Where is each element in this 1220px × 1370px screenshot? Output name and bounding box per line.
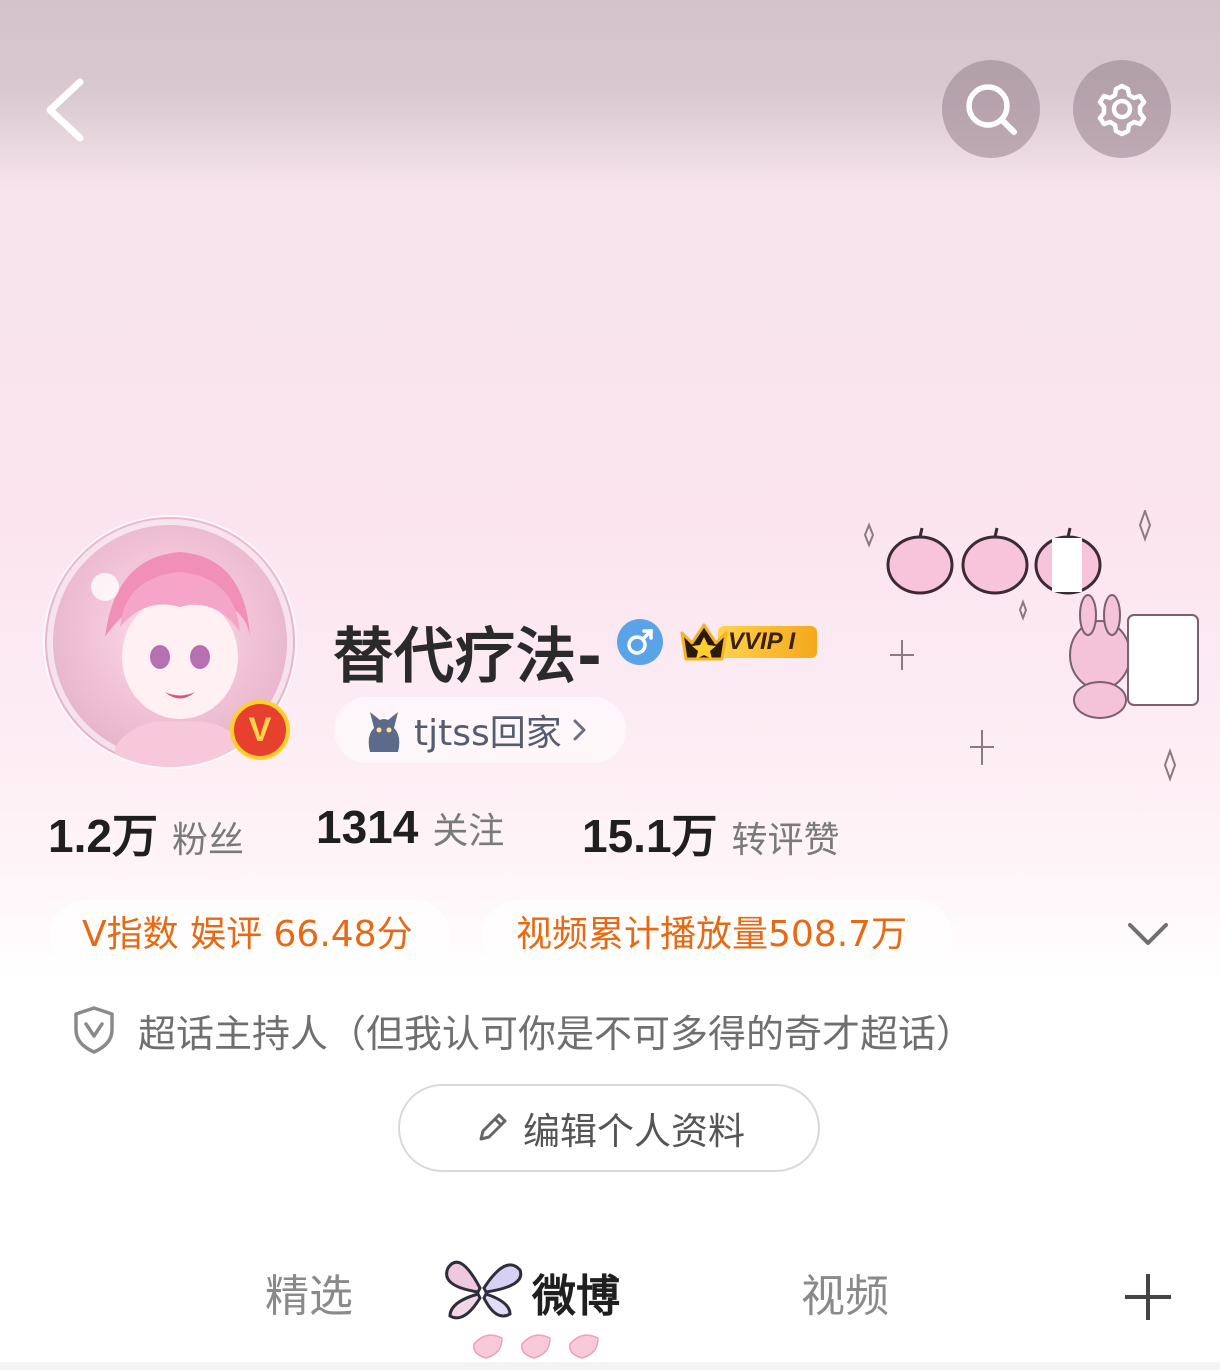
username: 替代疗法-: [333, 622, 603, 692]
engagement-count: 15.1万: [582, 810, 718, 862]
plus-icon: [1125, 1274, 1171, 1320]
stat-engagement[interactable]: 15.1万 转评赞: [582, 800, 840, 866]
expand-button[interactable]: [1118, 910, 1178, 960]
cat-icon: [368, 712, 400, 752]
following-count: 1314: [316, 801, 419, 853]
butterfly-icon: [445, 1260, 523, 1320]
super-topic-tag[interactable]: tjtss回家: [334, 697, 626, 763]
verified-badge-icon: V: [230, 700, 290, 760]
edit-profile-button[interactable]: 编辑个人资料: [398, 1084, 820, 1172]
gear-icon: [1097, 83, 1147, 137]
active-tab-indicator: [473, 1334, 599, 1359]
vip-badge[interactable]: VVIP I: [678, 617, 838, 665]
super-topic-host-row[interactable]: 超话主持人（但我认可你是不可多得的奇才超话）: [70, 1000, 974, 1060]
engagement-label: 转评赞: [731, 820, 840, 861]
chevron-down-icon: [1128, 923, 1168, 945]
video-plays-pill[interactable]: 视频累计播放量508.7万: [482, 900, 952, 970]
stat-followers[interactable]: 1.2万 粉丝: [48, 800, 244, 866]
chevron-right-icon: [573, 719, 586, 741]
search-icon: [966, 84, 1017, 135]
vip-label: VVIP I: [718, 626, 818, 658]
edit-profile-label: 编辑个人资料: [523, 1110, 745, 1153]
male-gender-icon: [617, 619, 663, 665]
back-button[interactable]: [38, 72, 98, 148]
search-button[interactable]: [942, 60, 1040, 158]
settings-button[interactable]: [1073, 60, 1171, 158]
add-tab-button[interactable]: [1076, 1232, 1220, 1362]
tab-featured[interactable]: 精选: [265, 1260, 353, 1324]
decorative-stickers: [863, 510, 1199, 782]
crown-icon: [680, 623, 728, 661]
followers-count: 1.2万: [48, 810, 158, 862]
super-topic-label: tjtss回家: [414, 713, 562, 754]
followers-label: 粉丝: [171, 820, 244, 861]
shield-icon: [74, 1006, 114, 1054]
stat-following[interactable]: 1314 关注: [316, 800, 504, 854]
divider: [0, 1362, 1220, 1370]
v-index-pill[interactable]: V指数 娱评 66.48分: [50, 900, 450, 970]
tab-weibo[interactable]: 微博: [532, 1260, 620, 1324]
pencil-icon: [479, 1113, 507, 1141]
content-tabs: 精选 微博 视频: [0, 1230, 1220, 1370]
tab-video[interactable]: 视频: [801, 1260, 889, 1324]
following-label: 关注: [432, 811, 505, 852]
super-topic-host-text: 超话主持人（但我认可你是不可多得的奇才超话）: [138, 1011, 975, 1056]
chevron-left-icon: [46, 78, 84, 142]
